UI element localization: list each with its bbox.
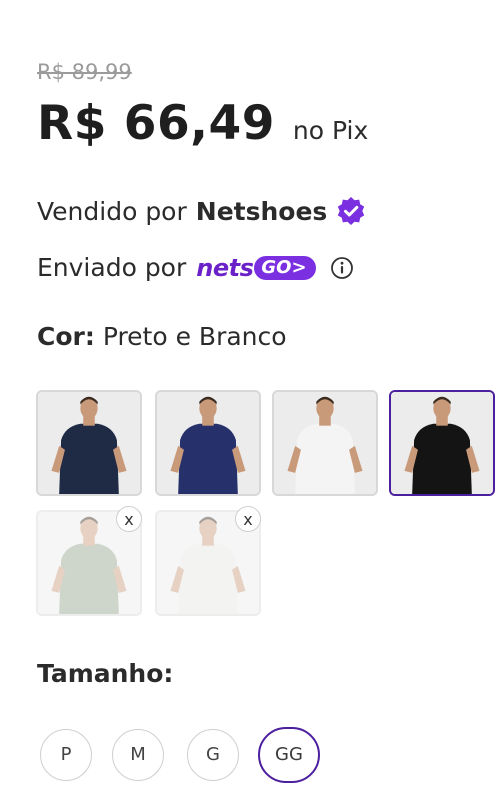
color-option-navy-tshirt-1[interactable] (36, 390, 142, 496)
product-photo (38, 392, 140, 494)
color-line: Cor: Preto e Branco (37, 322, 287, 351)
seller-name[interactable]: Netshoes (196, 197, 328, 226)
info-icon[interactable] (330, 256, 354, 280)
current-price: R$ 66,49 (37, 96, 275, 151)
size-option-gg[interactable]: GG (258, 727, 320, 783)
color-option-navy-tshirt-2[interactable] (155, 390, 261, 496)
sold-by-label: Vendido por (37, 196, 187, 226)
netsgo-logo-text: nets (196, 253, 254, 282)
shipped-by-label: Enviado por (37, 253, 187, 282)
product-photo (274, 392, 376, 494)
product-photo (391, 392, 493, 494)
color-option-white-tshirt[interactable] (272, 390, 378, 496)
size-label: Tamanho: (37, 659, 174, 688)
color-value: Preto e Branco (102, 322, 287, 351)
unavailable-x-badge: x (116, 506, 142, 532)
sold-by-line: Vendido por Netshoes (37, 195, 367, 227)
price-row: R$ 66,49 no Pix (37, 96, 368, 151)
verified-badge-icon (338, 197, 365, 225)
shipped-by-line: Enviado por nets GO> (37, 253, 354, 282)
size-option-g[interactable]: G (187, 729, 239, 781)
color-label: Cor: (37, 322, 95, 351)
netsgo-logo-pill: GO> (254, 255, 316, 280)
netsgo-logo: nets GO> (196, 253, 316, 282)
color-option-black-tshirt[interactable] (389, 390, 495, 496)
product-photo (157, 392, 259, 494)
size-option-m[interactable]: M (112, 729, 164, 781)
price-payment-method: no Pix (292, 116, 369, 145)
size-option-p[interactable]: P (40, 729, 92, 781)
old-price: R$ 89,99 (37, 60, 132, 84)
unavailable-x-badge: x (235, 506, 261, 532)
